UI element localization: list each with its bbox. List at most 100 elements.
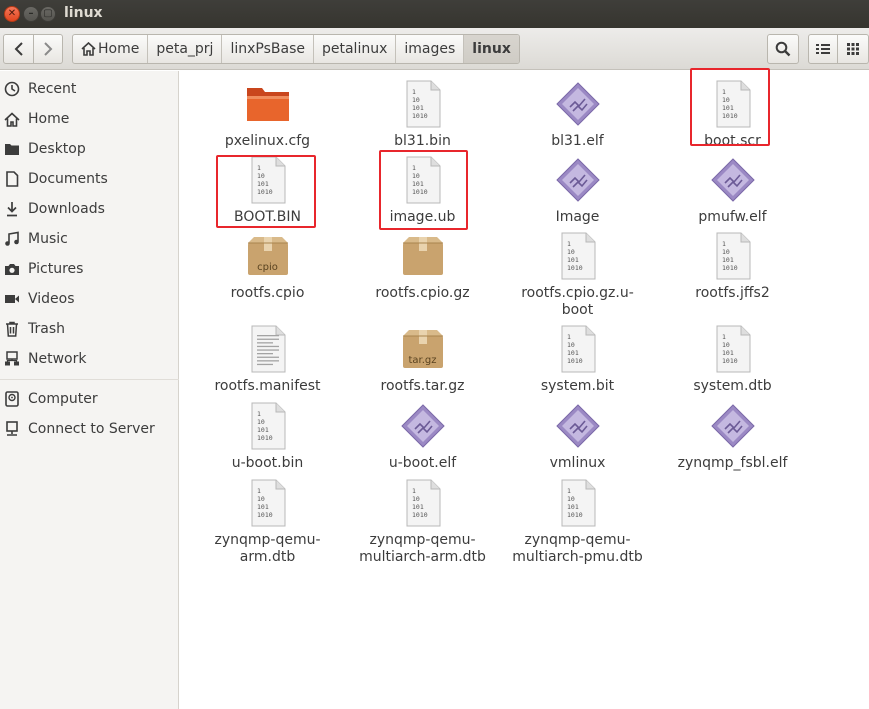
archive-icon: cpio xyxy=(243,231,293,281)
file-item-rootfs-jffs2[interactable]: 1 10 101 1010 rootfs.jffs2 xyxy=(655,231,810,302)
file-item-image[interactable]: Image xyxy=(500,155,655,226)
file-item-pxelinux-cfg[interactable]: pxelinux.cfg xyxy=(190,79,345,150)
svg-text:10: 10 xyxy=(412,172,420,180)
sidebar-item-label: Recent xyxy=(28,81,77,97)
file-item-rootfs-cpio-gz-u-boot[interactable]: 1 10 101 1010 rootfs.cpio.gz.u-boot xyxy=(500,231,655,319)
breadcrumb-linxpsbase[interactable]: linxPsBase xyxy=(221,35,313,63)
file-item-boot-scr[interactable]: 1 10 101 1010 boot.scr xyxy=(655,79,810,150)
binary-file-icon: 1 10 101 1010 xyxy=(398,155,448,205)
file-name: boot.scr xyxy=(704,133,761,149)
sidebar-item-network[interactable]: Network xyxy=(0,346,179,372)
sidebar-item-desktop[interactable]: Desktop xyxy=(0,136,179,162)
file-item-u-boot-bin[interactable]: 1 10 101 1010 u-boot.bin xyxy=(190,401,345,472)
sidebar-item-documents[interactable]: Documents xyxy=(0,166,179,192)
file-item-zynqmp-qemu-multiarch-arm-dtb[interactable]: 1 10 101 1010 zynqmp-qemu-multiarch-arm.dtb xyxy=(345,478,500,566)
file-item-u-boot-elf[interactable]: u-boot.elf xyxy=(345,401,500,472)
file-item-zynqmp-fsbl-elf[interactable]: zynqmp_fsbl.elf xyxy=(655,401,810,472)
video-icon xyxy=(3,290,21,308)
forward-button[interactable] xyxy=(33,35,62,63)
file-item-bl31-elf[interactable]: bl31.elf xyxy=(500,79,655,150)
svg-text:10: 10 xyxy=(257,495,265,503)
file-item-pmufw-elf[interactable]: pmufw.elf xyxy=(655,155,810,226)
sidebar-item-videos[interactable]: Videos xyxy=(0,286,179,312)
sidebar-item-home[interactable]: Home xyxy=(0,106,179,132)
clock-icon xyxy=(3,80,21,98)
file-item-rootfs-cpio[interactable]: cpio rootfs.cpio xyxy=(190,231,345,302)
binary-file-icon: 1 10 101 1010 xyxy=(708,324,758,374)
sidebar-item-pictures[interactable]: Pictures xyxy=(0,256,179,282)
binary-file-icon: 1 10 101 1010 xyxy=(243,155,293,205)
close-window-button[interactable]: ✕ xyxy=(4,6,20,22)
svg-text:10: 10 xyxy=(567,495,575,503)
file-item-vmlinux[interactable]: vmlinux xyxy=(500,401,655,472)
file-item-boot-bin[interactable]: 1 10 101 1010 BOOT.BIN xyxy=(190,155,345,226)
file-item-bl31-bin[interactable]: 1 10 101 1010 bl31.bin xyxy=(345,79,500,150)
file-name: image.ub xyxy=(389,209,456,225)
binary-file-icon: 1 10 101 1010 xyxy=(708,79,758,129)
sidebar-item-label: Connect to Server xyxy=(28,421,155,437)
network-icon xyxy=(3,350,21,368)
svg-text:1010: 1010 xyxy=(722,357,738,365)
file-item-system-bit[interactable]: 1 10 101 1010 system.bit xyxy=(500,324,655,395)
grid-view-button[interactable] xyxy=(838,34,869,64)
binary-file-icon: 1 10 101 1010 xyxy=(243,401,293,451)
binary-file-icon: 1 10 101 1010 xyxy=(553,324,603,374)
list-view-button[interactable] xyxy=(808,34,838,64)
file-name: bl31.elf xyxy=(551,133,604,149)
svg-text:1: 1 xyxy=(567,333,571,341)
file-name: rootfs.cpio.gz xyxy=(375,285,470,301)
sidebar-item-label: Network xyxy=(28,351,87,367)
svg-text:101: 101 xyxy=(257,426,269,434)
file-item-rootfs-tar-gz[interactable]: tar.gz rootfs.tar.gz xyxy=(345,324,500,395)
breadcrumb-label: petalinux xyxy=(321,41,388,57)
file-name: u-boot.elf xyxy=(388,455,457,471)
breadcrumb-label: linux xyxy=(472,41,511,57)
sidebar-item-downloads[interactable]: Downloads xyxy=(0,196,179,222)
archive-icon xyxy=(398,231,448,281)
sidebar-item-music[interactable]: Music xyxy=(0,226,179,252)
sidebar-item-recent[interactable]: Recent xyxy=(0,76,179,102)
file-name: zynqmp-qemu-multiarch-pmu.dtb xyxy=(512,532,643,565)
breadcrumb-home[interactable]: Home xyxy=(73,35,147,63)
file-item-zynqmp-qemu-arm-dtb[interactable]: 1 10 101 1010 zynqmp-qemu-arm.dtb xyxy=(190,478,345,566)
archive-badge: cpio xyxy=(257,262,278,273)
chevron-left-icon xyxy=(14,42,23,56)
maximize-window-button[interactable]: ▢ xyxy=(40,6,56,22)
file-item-rootfs-manifest[interactable]: rootfs.manifest xyxy=(190,324,345,395)
svg-text:1010: 1010 xyxy=(567,511,583,519)
back-button[interactable] xyxy=(4,35,33,63)
binary-file-icon: 1 10 101 1010 xyxy=(398,478,448,528)
text-file-icon xyxy=(243,324,293,374)
sidebar-item-label: Home xyxy=(28,111,70,127)
home-icon xyxy=(81,42,96,56)
file-name: rootfs.tar.gz xyxy=(380,378,465,394)
breadcrumb-linux[interactable]: linux xyxy=(463,35,519,63)
breadcrumb-images[interactable]: images xyxy=(395,35,463,63)
window-title: linux xyxy=(64,5,103,21)
file-item-system-dtb[interactable]: 1 10 101 1010 system.dtb xyxy=(655,324,810,395)
svg-text:1: 1 xyxy=(412,487,416,495)
breadcrumb-peta-prj[interactable]: peta_prj xyxy=(147,35,221,63)
sidebar-item-label: Videos xyxy=(28,291,75,307)
sidebar-item-computer[interactable]: Computer xyxy=(0,386,179,412)
search-button[interactable] xyxy=(767,34,799,64)
svg-text:101: 101 xyxy=(567,349,579,357)
file-view: pxelinux.cfg 1 10 101 1010 bl31.bin bl31.elf 1 1… xyxy=(180,68,869,709)
sidebar-item-trash[interactable]: Trash xyxy=(0,316,179,342)
file-item-rootfs-cpio-gz[interactable]: rootfs.cpio.gz xyxy=(345,231,500,302)
file-item-zynqmp-qemu-multiarch-pmu-dtb[interactable]: 1 10 101 1010 zynqmp-qemu-multiarch-pmu.dtb xyxy=(500,478,655,566)
file-item-image-ub[interactable]: 1 10 101 1010 image.ub xyxy=(345,155,500,226)
breadcrumb-petalinux[interactable]: petalinux xyxy=(312,35,395,63)
breadcrumb-label: images xyxy=(404,41,456,57)
minimize-window-button[interactable]: – xyxy=(23,6,39,22)
sidebar-item-connect-to-server[interactable]: Connect to Server xyxy=(0,416,179,442)
executable-icon xyxy=(553,155,603,205)
folder-icon xyxy=(243,79,293,129)
svg-text:101: 101 xyxy=(412,503,424,511)
music-icon xyxy=(3,230,21,248)
svg-text:101: 101 xyxy=(567,503,579,511)
sidebar-item-label: Pictures xyxy=(28,261,84,277)
breadcrumb-label: peta_prj xyxy=(156,41,214,57)
executable-icon xyxy=(708,155,758,205)
minimize-icon: – xyxy=(28,8,34,19)
